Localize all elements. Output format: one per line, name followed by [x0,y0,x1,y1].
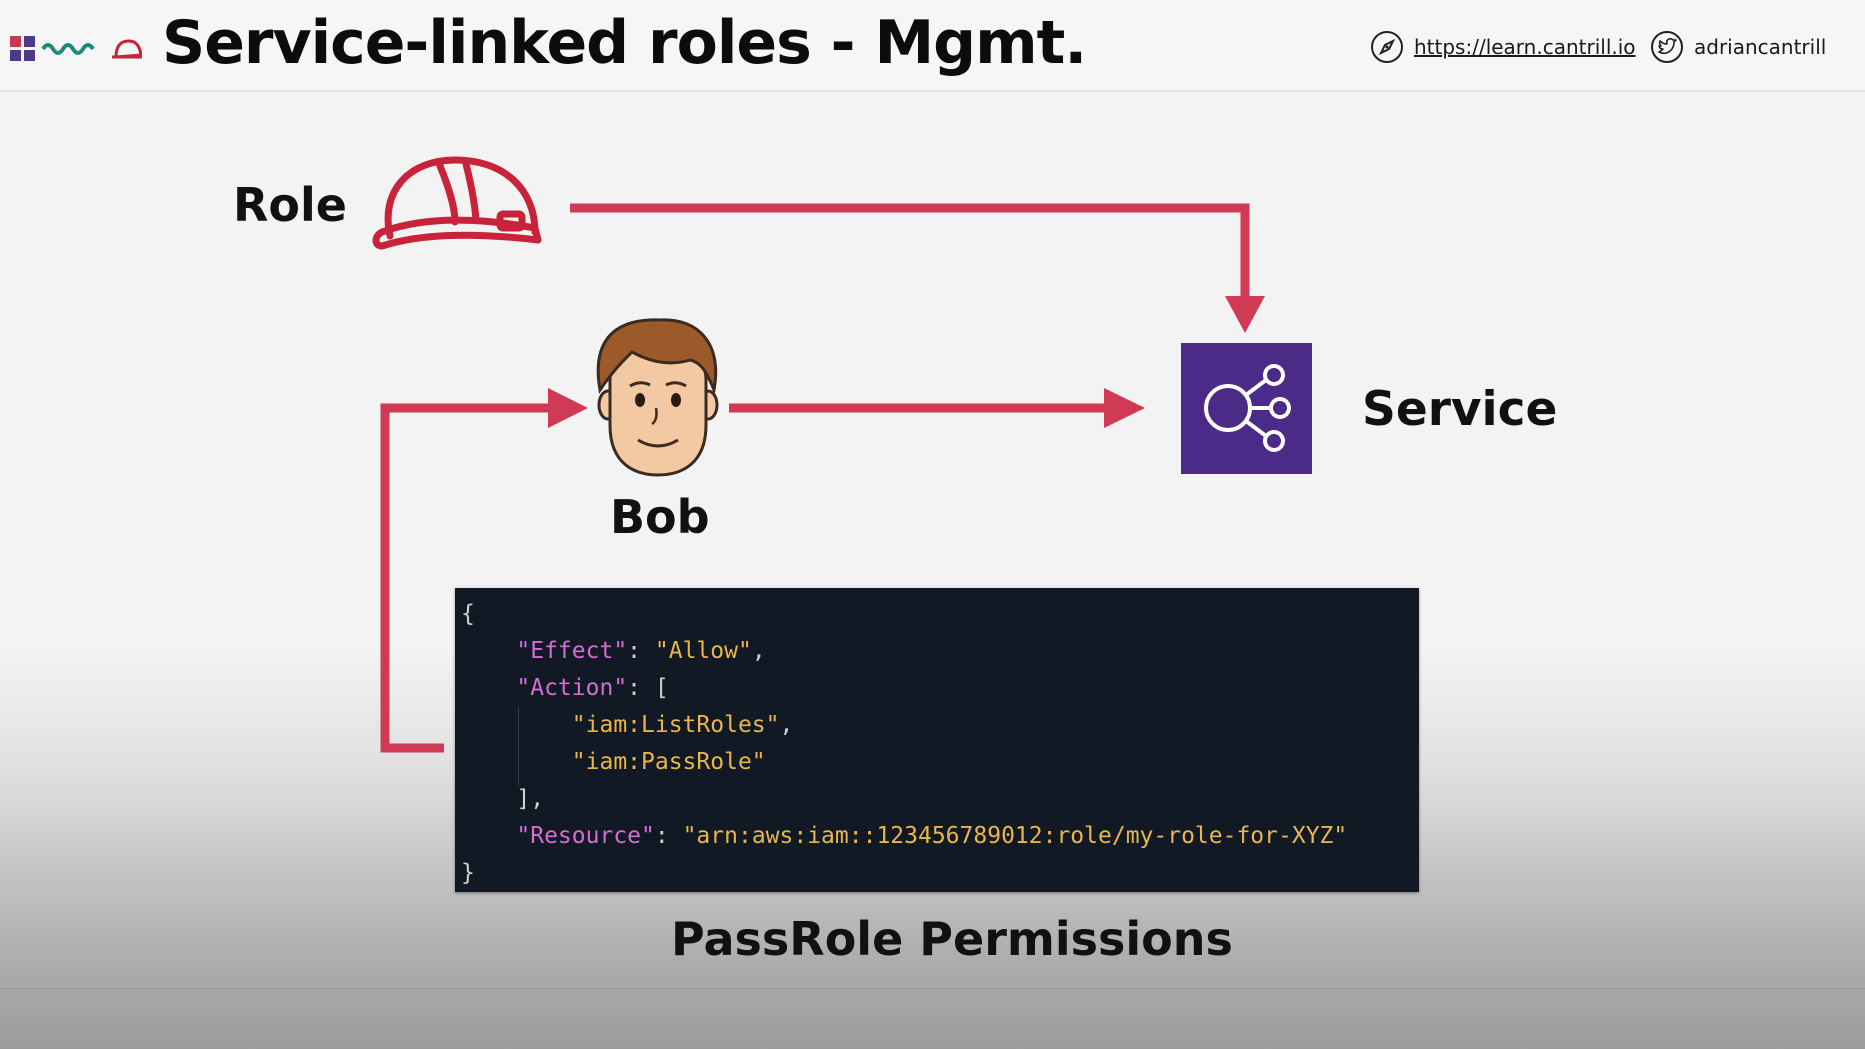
footer-divider [0,988,1865,989]
passrole-policy-code: { "Effect": "Allow", "Action": [ "iam:Li… [455,588,1419,892]
action-open-bracket: [ [654,675,669,701]
action-pass-role: "iam:PassRole" [571,749,766,775]
bob-to-service-arrowhead [1104,388,1145,428]
action-close-bracket: ], [516,786,545,812]
bob-label: Bob [610,490,710,544]
resource-key: "Resource" [516,823,655,849]
service-label: Service [1362,382,1558,437]
code-line: { [461,596,1419,633]
role-label: Role [233,178,347,232]
code-line: } [461,855,1419,892]
policy-to-bob-arrowhead [548,388,588,428]
code-line: "Action": [ [516,675,669,701]
resource-value: "arn:aws:iam::123456789012:role/my-role-… [682,823,1348,849]
code-line: "Effect": "Allow", [516,638,766,664]
role-to-service-arrow [570,203,1250,308]
action-list-roles: "iam:ListRoles" [571,712,780,738]
code-open-brace: { [461,601,475,627]
role-to-service-arrowhead [1225,296,1265,333]
indent-guide [518,706,519,786]
effect-value: "Allow" [654,638,752,664]
action-key: "Action" [516,675,628,701]
person-avatar-icon [596,318,719,477]
aws-service-icon [1181,343,1312,474]
code-line: ], [461,781,1419,818]
code-line: "iam:ListRoles", [571,712,794,738]
code-line: "Resource": "arn:aws:iam::123456789012:r… [516,823,1348,849]
hard-hat-icon [372,156,542,250]
code-line: "iam:PassRole" [461,744,1419,781]
code-close-brace: } [461,860,475,886]
effect-key: "Effect" [516,638,628,664]
caption-label: PassRole Permissions [671,912,1233,966]
